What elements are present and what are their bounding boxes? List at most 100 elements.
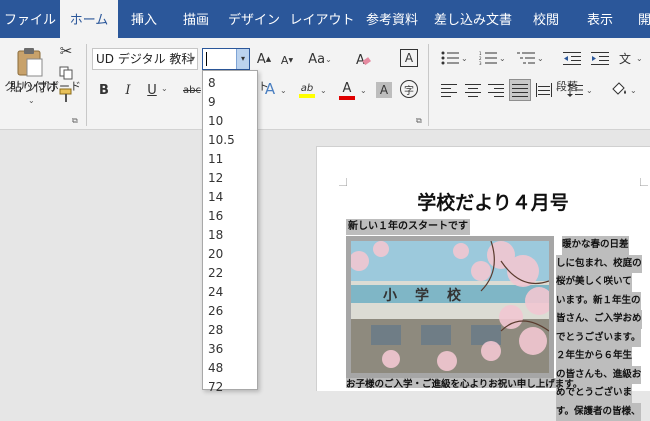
clipboard-icon bbox=[15, 45, 45, 77]
shading-dropdown-icon[interactable]: ⌄ bbox=[630, 86, 637, 95]
font-size-option[interactable]: 26 bbox=[208, 302, 223, 321]
tab-draw[interactable]: 描画 bbox=[170, 0, 222, 38]
crop-mark-icon bbox=[640, 178, 648, 186]
font-size-option[interactable]: 28 bbox=[208, 321, 223, 340]
school-photo[interactable]: 小 学 校 bbox=[346, 236, 554, 378]
body-line: す。保護者の皆様、 bbox=[556, 403, 641, 421]
font-color-button[interactable]: A bbox=[338, 80, 356, 100]
tab-home[interactable]: ホーム bbox=[60, 0, 118, 38]
clipboard-group-label: クリップボード bbox=[4, 78, 81, 94]
cut-icon[interactable]: ✂ bbox=[57, 42, 75, 60]
grow-font-icon[interactable]: A▲ bbox=[256, 50, 272, 68]
font-size-option[interactable]: 18 bbox=[208, 226, 223, 245]
tab-developer[interactable]: 開 bbox=[628, 0, 650, 38]
clipboard-launcher-icon[interactable]: ⧉ bbox=[72, 116, 78, 126]
ribbon-tab-bar: ファイル ホーム 挿入 描画 デザイン レイアウト 参考資料 差し込み文書 校閲… bbox=[0, 0, 650, 38]
font-size-option[interactable]: 8 bbox=[208, 74, 216, 93]
asian-layout-icon[interactable]: 文 bbox=[616, 50, 634, 66]
tab-references[interactable]: 参考資料 bbox=[358, 0, 426, 38]
line-spacing-dropdown-icon[interactable]: ⌄ bbox=[586, 86, 593, 95]
font-launcher-icon[interactable]: ⧉ bbox=[416, 116, 422, 126]
font-size-combobox[interactable]: ▾ bbox=[202, 48, 250, 70]
body-line-partial[interactable]: お子様のご入学・ご進級を心よりお祝い申し上げます。 bbox=[346, 378, 582, 388]
clear-formatting-icon[interactable]: A bbox=[354, 50, 372, 68]
paste-button[interactable] bbox=[14, 44, 46, 78]
tab-insert[interactable]: 挿入 bbox=[118, 0, 170, 38]
body-line: 暖かな春の日差 bbox=[562, 236, 629, 255]
decrease-indent-icon[interactable] bbox=[562, 50, 582, 66]
font-name-value: UD デジタル 教科 bbox=[96, 52, 193, 66]
change-case-button[interactable]: Aa⌄ bbox=[308, 50, 332, 68]
distributed-icon[interactable] bbox=[535, 82, 553, 98]
underline-dropdown-icon[interactable]: ⌄ bbox=[161, 84, 168, 93]
multilevel-dropdown-icon[interactable]: ⌄ bbox=[537, 54, 544, 63]
bold-button[interactable]: B bbox=[96, 82, 112, 98]
align-left-icon[interactable] bbox=[440, 82, 458, 98]
font-size-option[interactable]: 48 bbox=[208, 359, 223, 378]
align-center-icon[interactable] bbox=[464, 82, 482, 98]
font-size-option[interactable]: 10.5 bbox=[208, 131, 235, 150]
tab-file[interactable]: ファイル bbox=[0, 0, 60, 38]
numbering-dropdown-icon[interactable]: ⌄ bbox=[499, 54, 506, 63]
font-size-option[interactable]: 14 bbox=[208, 188, 223, 207]
increase-indent-icon[interactable] bbox=[590, 50, 610, 66]
align-right-icon[interactable] bbox=[487, 82, 505, 98]
font-size-option[interactable]: 22 bbox=[208, 264, 223, 283]
enclose-characters-button[interactable]: 字 bbox=[400, 80, 418, 98]
italic-button[interactable]: I bbox=[120, 82, 136, 98]
justify-icon[interactable] bbox=[509, 79, 531, 101]
document-body-text[interactable]: 暖かな春の日差 しに包まれ、校庭の 桜が美しく咲いて います。新１年生の 皆さん… bbox=[556, 236, 648, 421]
asian-layout-dropdown-icon[interactable]: ⌄ bbox=[636, 54, 643, 63]
body-line: でとうございます。 bbox=[556, 329, 641, 348]
font-color-dropdown-icon[interactable]: ⌄ bbox=[360, 86, 367, 95]
text-effects-dropdown-icon[interactable]: ⌄ bbox=[280, 86, 287, 95]
character-border-icon[interactable]: A bbox=[400, 49, 418, 67]
paragraph-group-label: 段落 bbox=[556, 78, 578, 94]
strikethrough-button[interactable]: abc bbox=[180, 82, 204, 98]
photo-sign-text: 小 学 校 bbox=[383, 285, 463, 305]
character-shading-icon[interactable]: A bbox=[376, 82, 392, 98]
chevron-down-icon: ▾ bbox=[191, 49, 195, 69]
bullets-dropdown-icon[interactable]: ⌄ bbox=[461, 54, 468, 63]
font-size-option[interactable]: 10 bbox=[208, 112, 223, 131]
font-size-option[interactable]: 16 bbox=[208, 207, 223, 226]
bullets-icon[interactable] bbox=[440, 50, 460, 66]
group-separator bbox=[428, 44, 429, 126]
numbering-icon[interactable]: 123 bbox=[478, 50, 498, 66]
highlight-color-button[interactable]: ab bbox=[296, 80, 318, 100]
font-name-combobox[interactable]: UD デジタル 教科 ▾ bbox=[92, 48, 198, 70]
document-heading[interactable]: 新しい１年のスタートです bbox=[346, 219, 470, 235]
photo-content: 小 学 校 bbox=[351, 241, 549, 373]
document-title[interactable]: 学校だより４月号 bbox=[346, 188, 640, 215]
change-case-label: Aa bbox=[308, 52, 325, 67]
body-line: ２年生から６年生 bbox=[556, 347, 632, 366]
tab-layout[interactable]: レイアウト bbox=[286, 0, 358, 38]
tab-mailings[interactable]: 差し込み文書 bbox=[426, 0, 520, 38]
group-separator bbox=[86, 44, 87, 126]
font-size-dropdown-button[interactable]: ▾ bbox=[236, 49, 249, 69]
font-size-option[interactable]: 24 bbox=[208, 283, 223, 302]
paste-dropdown-icon[interactable]: ⌄ bbox=[28, 96, 35, 105]
font-size-option[interactable]: 11 bbox=[208, 150, 223, 169]
underline-button[interactable]: U bbox=[144, 82, 160, 98]
font-size-option[interactable]: 20 bbox=[208, 245, 223, 264]
tab-view[interactable]: 表示 bbox=[572, 0, 628, 38]
font-color-icon: A bbox=[343, 81, 352, 96]
font-size-option[interactable]: 12 bbox=[208, 169, 223, 188]
tab-design[interactable]: デザイン bbox=[222, 0, 286, 38]
font-size-option[interactable]: 36 bbox=[208, 340, 223, 359]
multilevel-list-icon[interactable] bbox=[516, 50, 536, 66]
font-size-dropdown-list: 8 9 10 10.5 11 12 14 16 18 20 22 24 26 2… bbox=[202, 70, 258, 390]
highlight-dropdown-icon[interactable]: ⌄ bbox=[320, 86, 327, 95]
crop-mark-icon bbox=[339, 178, 347, 186]
body-line: しに包まれ、校庭の bbox=[556, 255, 642, 274]
font-size-option[interactable]: 9 bbox=[208, 93, 216, 112]
svg-text:3: 3 bbox=[479, 61, 482, 65]
svg-text:A: A bbox=[356, 53, 365, 67]
font-group-label: ト bbox=[258, 78, 269, 94]
shrink-font-icon[interactable]: A▼ bbox=[280, 52, 294, 68]
tab-review[interactable]: 校閲 bbox=[520, 0, 572, 38]
body-line: 桜が美しく咲いて bbox=[556, 273, 632, 292]
font-size-option[interactable]: 72 bbox=[208, 378, 223, 397]
shading-icon[interactable] bbox=[610, 80, 628, 98]
